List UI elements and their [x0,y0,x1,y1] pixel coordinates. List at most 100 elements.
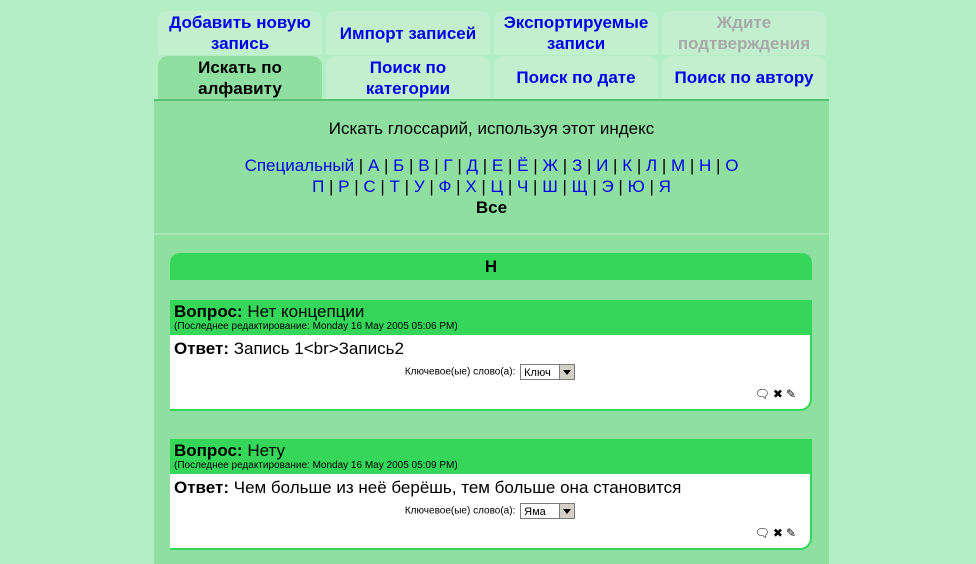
tab-browse-alphabet-label: Искать по алфавиту [198,57,282,98]
tab-browse-category-label: Поиск по категории [365,57,451,98]
letter-link[interactable]: Ё [517,156,528,175]
letter-link[interactable]: Ц [491,177,504,196]
answer-label: Ответ: [174,478,229,497]
keyword-row: Ключевое(ые) слово(а): Яма [170,503,810,519]
tab-export-entries-label: Экспортируемые записи [503,13,649,53]
letter-link[interactable]: Ю [628,177,645,196]
tab-browse-author[interactable]: Поиск по автору [662,56,826,99]
letters-row-2: П | Р | С | Т | У | Ф | Х | Ц | Ч | Ш | … [154,176,829,197]
alphabet-index-panel: Искать глоссарий, используя этот индекс … [154,99,829,235]
letter-link[interactable]: З [572,156,582,175]
tab-browse-date[interactable]: Поиск по дате [494,56,658,99]
letter-link[interactable]: Ж [542,156,558,175]
letter-separator: | [429,156,444,175]
letter-link[interactable]: Т [390,177,400,196]
comment-icon[interactable]: 🗨 [755,526,770,540]
letter-separator: | [424,177,439,196]
letter-separator: | [587,177,602,196]
keyword-select[interactable]: Яма [520,503,576,519]
entry-actions: 🗨 ✖ ✎ [752,387,796,401]
letter-link[interactable]: Е [492,156,503,175]
chevron-down-icon [559,365,575,379]
entry-question-bar: Вопрос: Нет концепции (Последнее редакти… [170,300,812,335]
letter-separator: | [503,156,518,175]
letter-link[interactable]: С [363,177,375,196]
letter-link[interactable]: Б [393,156,404,175]
letter-link[interactable]: Ф [439,177,452,196]
letter-link[interactable]: И [596,156,608,175]
tab-add-entry-label: Добавить новую запись [169,13,311,53]
tab-pending-approval: Ждите подтверждения [662,11,826,55]
letter-link[interactable]: Г [443,156,452,175]
letter-separator: | [452,156,467,175]
tab-export-entries[interactable]: Экспортируемые записи [494,11,658,55]
tab-browse-category[interactable]: Поиск по категории [326,56,490,99]
letter-link[interactable]: Д [467,156,479,175]
letter-link[interactable]: В [418,156,429,175]
letter-separator: | [503,177,517,196]
letter-link[interactable]: Х [465,177,476,196]
glossary-entry: Вопрос: Нету (Последнее редактирование: … [170,439,812,550]
letter-link[interactable]: Н [699,156,711,175]
letter-link[interactable]: М [671,156,685,175]
letter-separator: | [557,177,572,196]
glossary-entry: Вопрос: Нет концепции (Последнее редакти… [170,300,812,411]
letter-separator: | [404,156,419,175]
letter-separator: | [711,156,726,175]
letter-special[interactable]: Специальный [245,156,355,175]
alphabet-index: Специальный | А | Б | В | Г | Д | Е | Ё … [154,155,829,218]
letter-separator: | [632,156,646,175]
letter-separator: | [375,177,390,196]
letters-row-1: Специальный | А | Б | В | Г | Д | Е | Ё … [154,155,829,176]
letter-separator: | [558,156,572,175]
answer-text: Запись 1<br>Запись2 [233,339,404,358]
question-text: Нет концепции [247,302,365,321]
keyword-select[interactable]: Ключ [520,364,576,380]
tab-browse-alphabet[interactable]: Искать по алфавиту [158,56,322,99]
letter-separator: | [379,156,394,175]
letter-link[interactable]: Ш [542,177,558,196]
letter-link[interactable]: Э [601,177,613,196]
letter-separator: | [613,177,628,196]
letter-separator: | [528,156,543,175]
comment-icon[interactable]: 🗨 [755,387,770,401]
letter-link[interactable]: У [414,177,425,196]
letter-separator: | [476,177,491,196]
delete-icon[interactable]: ✖ [773,387,783,401]
edit-icon[interactable]: ✎ [786,526,796,540]
keyword-value: Ключ [524,367,551,379]
letter-link[interactable]: Ч [517,177,528,196]
tab-browse-author-label: Поиск по автору [674,68,814,87]
tab-pending-approval-label: Ждите подтверждения [677,13,811,53]
edit-icon[interactable]: ✎ [786,387,796,401]
glossary-column: Добавить новую запись Импорт записей Экс… [154,0,829,564]
tab-import-entries[interactable]: Импорт записей [326,11,490,55]
letter-all: Все [475,198,508,217]
letter-separator: | [478,156,492,175]
letter-link[interactable]: К [622,156,632,175]
entry-meta: (Последнее редактирование: Monday 16 May… [174,321,458,332]
tab-import-entries-label: Импорт записей [339,23,477,43]
letter-link[interactable]: А [368,156,379,175]
letter-separator: | [349,177,364,196]
section-letter-header: Н [170,253,812,280]
letter-link[interactable]: Р [338,177,349,196]
letter-separator: | [608,156,623,175]
letter-separator: | [399,177,414,196]
keyword-row: Ключевое(ые) слово(а): Ключ [170,364,810,380]
letter-link[interactable]: О [725,156,738,175]
entry-answer-box: Ответ: Чем больше из неё берёшь, тем бол… [170,474,812,550]
letter-link[interactable]: Я [659,177,671,196]
delete-icon[interactable]: ✖ [773,526,783,540]
letter-link[interactable]: Л [646,156,657,175]
tab-add-entry[interactable]: Добавить новую запись [158,11,322,55]
letter-separator: | [451,177,466,196]
chevron-down-icon [559,504,575,518]
letter-link[interactable]: П [312,177,324,196]
entry-question-bar: Вопрос: Нету (Последнее редактирование: … [170,439,812,474]
answer-label: Ответ: [174,339,229,358]
answer-text: Чем больше из неё берёшь, тем больше она… [233,478,682,497]
letter-separator: | [657,156,671,175]
letter-separator: | [644,177,659,196]
letter-link[interactable]: Щ [572,177,588,196]
